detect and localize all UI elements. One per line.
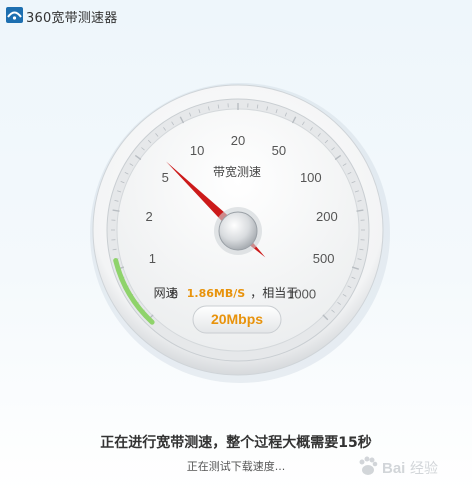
watermark-brand: Bai bbox=[382, 460, 405, 477]
needle-hub bbox=[218, 211, 258, 251]
tick-label: 1 bbox=[149, 251, 156, 266]
tick-label: 200 bbox=[316, 209, 338, 224]
tick-label: 2 bbox=[145, 209, 152, 224]
watermark-text: 经验 bbox=[410, 461, 438, 477]
speed-gauge: 01251020501002005001000 带宽测速 网速 1.86MB/S… bbox=[90, 83, 390, 383]
tick-label: 5 bbox=[162, 170, 169, 185]
rate-value: 1.86MB/S bbox=[187, 287, 245, 300]
rate-suffix: ，相当于 bbox=[250, 286, 298, 300]
bandwidth-value: 20Mbps bbox=[211, 311, 263, 327]
tick-label: 10 bbox=[190, 143, 204, 158]
tick-label: 100 bbox=[300, 170, 322, 185]
tick-label: 20 bbox=[231, 133, 245, 148]
gauge-caption: 带宽测速 bbox=[213, 164, 261, 179]
tick-label: 50 bbox=[272, 143, 286, 158]
baidu-watermark: Bai 经验 bbox=[359, 456, 438, 477]
app-window: 360宽带测速器 0 1 2 5 10 20 50 100 200 500 10… bbox=[0, 0, 472, 494]
baidu-paw-icon bbox=[359, 456, 378, 475]
tick-label: 500 bbox=[313, 251, 335, 266]
rate-prefix: 网速 bbox=[154, 286, 178, 300]
status-main-text: 正在进行宽带测速，整个过程大概需要15秒 bbox=[100, 435, 372, 451]
